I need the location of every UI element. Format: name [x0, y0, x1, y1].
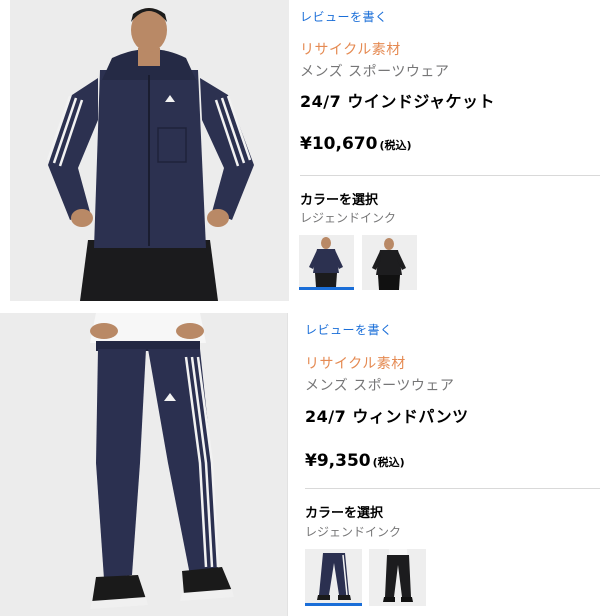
product-image-jacket[interactable] — [10, 0, 289, 301]
tax-note: (税込) — [379, 139, 412, 152]
color-swatch-legend-ink[interactable] — [299, 235, 354, 290]
write-review-link[interactable]: レビューを書く — [305, 321, 393, 338]
write-review-link[interactable]: レビューを書く — [300, 8, 388, 25]
color-swatch-black[interactable] — [362, 235, 417, 290]
color-swatch-black[interactable] — [369, 549, 426, 606]
product-name: 24/7 ウインドジャケット — [300, 92, 496, 111]
jacket-thumbnail-black — [362, 235, 417, 290]
product-info-jacket: レビューを書く リサイクル素材 メンズ スポーツウェア 24/7 ウインドジャケ… — [289, 0, 600, 305]
divider — [300, 175, 600, 176]
product-info-pants: レビューを書く リサイクル素材 メンズ スポーツウェア 24/7 ウィンドパンツ… — [287, 313, 600, 616]
product-image-pants[interactable] — [0, 313, 287, 616]
select-color-label: カラーを選択 — [300, 193, 379, 208]
price-value: ¥9,350 — [305, 451, 371, 471]
recycled-material-tag: リサイクル素材 — [305, 356, 406, 372]
product-name: 24/7 ウィンドパンツ — [305, 407, 469, 426]
jacket-thumbnail-navy — [299, 235, 354, 287]
product-price: ¥10,670 (税込) — [300, 134, 412, 154]
product-category: メンズ スポーツウェア — [305, 378, 455, 394]
pants-thumbnail-navy — [305, 549, 362, 603]
color-swatch-legend-ink[interactable] — [305, 549, 362, 606]
jacket-model-illustration — [10, 0, 289, 301]
recycled-material-tag: リサイクル素材 — [300, 42, 401, 58]
tax-note: (税込) — [372, 456, 405, 469]
product-category: メンズ スポーツウェア — [300, 64, 450, 80]
product-price: ¥9,350 (税込) — [305, 451, 405, 471]
select-color-label: カラーを選択 — [305, 506, 384, 521]
product-card-jacket: レビューを書く リサイクル素材 メンズ スポーツウェア 24/7 ウインドジャケ… — [0, 0, 600, 305]
product-card-pants: レビューを書く リサイクル素材 メンズ スポーツウェア 24/7 ウィンドパンツ… — [0, 313, 600, 616]
selected-color-name: レジェンドインク — [305, 525, 402, 539]
selected-color-name: レジェンドインク — [300, 211, 397, 225]
pants-thumbnail-black — [369, 549, 426, 606]
divider — [305, 488, 600, 489]
price-value: ¥10,670 — [300, 134, 378, 154]
pants-model-illustration — [0, 313, 287, 616]
